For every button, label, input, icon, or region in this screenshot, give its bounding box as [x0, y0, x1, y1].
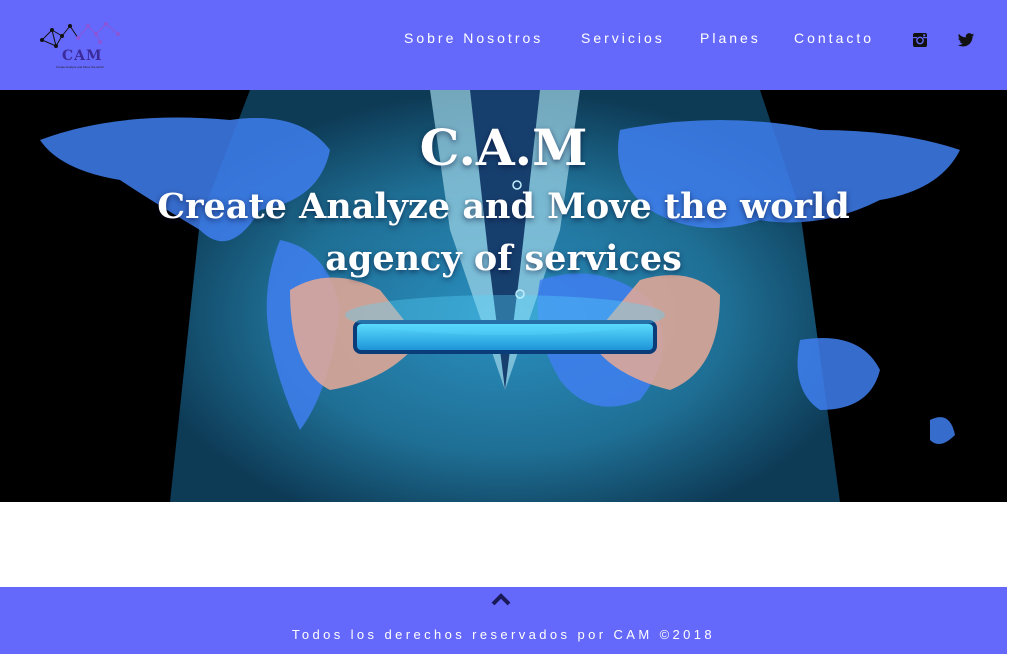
hero-banner: C.A.M Create Analyze and Move the world … [0, 90, 1007, 502]
nav-link-servicios[interactable]: Servicios [581, 30, 665, 46]
nav-link-sobre-nosotros[interactable]: Sobre Nosotros [404, 30, 543, 46]
page-gutter [1007, 0, 1024, 654]
site-footer: Todos los derechos reservados por CAM ©2… [0, 587, 1007, 654]
brand-logo[interactable]: CAM Create Analyze and Move the world [36, 16, 124, 72]
hero-subtitle-line1: Create Analyze and Move the world [157, 186, 850, 227]
logo-text: CAM [62, 48, 103, 64]
twitter-icon[interactable] [957, 31, 975, 49]
page: CAM Create Analyze and Move the world So… [0, 0, 1007, 654]
nav-link-contacto[interactable]: Contacto [794, 30, 874, 46]
hero-subtitle-line2: agency of services [325, 238, 682, 279]
copyright-text: Todos los derechos reservados por CAM ©2… [291, 627, 716, 642]
hero-title: C.A.M [419, 118, 588, 177]
logo-tagline: Create Analyze and Move the world [56, 65, 104, 69]
nav-link-planes[interactable]: Planes [700, 30, 761, 46]
site-header: CAM Create Analyze and Move the world So… [0, 0, 1007, 90]
instagram-icon[interactable] [911, 31, 929, 49]
chevron-up-icon[interactable] [491, 592, 511, 606]
